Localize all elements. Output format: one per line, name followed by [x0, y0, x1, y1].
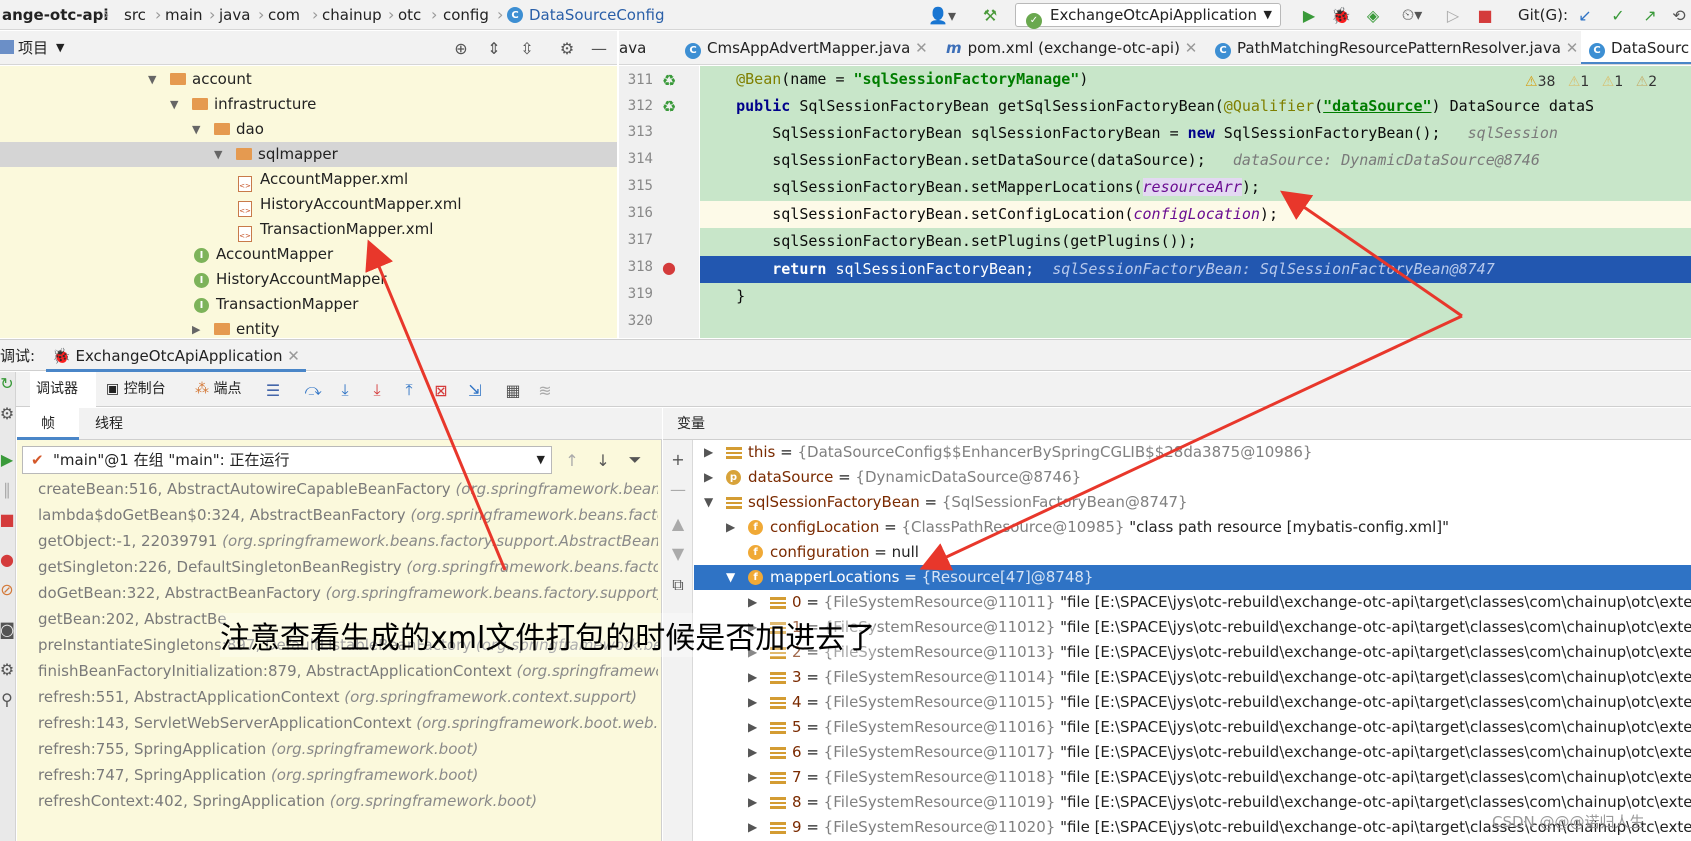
arrow-to-transaction-mapper [365, 239, 507, 571]
annotation-arrows [365, 190, 1463, 571]
arrow-to-mapper-locations [919, 314, 1463, 571]
watermark: CSDN @@@诺归人生 [1492, 813, 1645, 831]
annotation-text: 注意查看生成的xml文件打包的时候是否加进去了 [220, 613, 876, 657]
arrow-to-resourcearr [1280, 190, 1463, 318]
ide-window: ange-otc-api › src › main › java › com ›… [0, 0, 1691, 841]
